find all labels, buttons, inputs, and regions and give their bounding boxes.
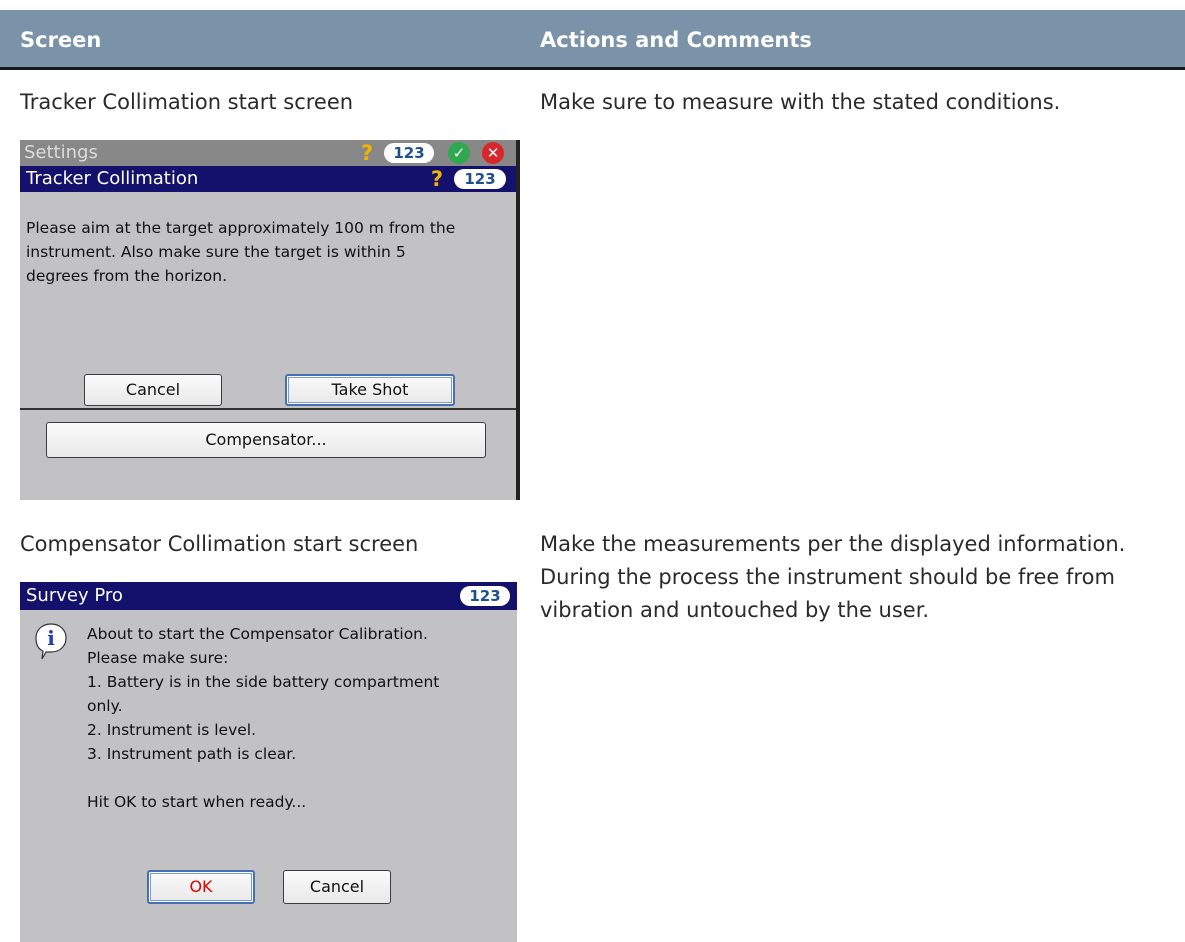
settings-titlebar: Settings ? 123 ✓ ✕: [20, 140, 516, 166]
calibration-message: About to start the Compensator Calibrati…: [87, 622, 507, 814]
compensator-button[interactable]: Compensator...: [46, 422, 486, 458]
keyboard-badge[interactable]: 123: [460, 586, 510, 606]
take-shot-button[interactable]: Take Shot: [285, 374, 455, 406]
row2-caption: Compensator Collimation start screen: [20, 532, 419, 556]
window-edge: [516, 140, 520, 500]
row2-comment: Make the measurements per the displayed …: [540, 528, 1125, 627]
help-icon[interactable]: ?: [358, 142, 376, 164]
settings-title: Settings: [24, 142, 98, 163]
message-line: About to start the Compensator Calibrati…: [87, 625, 428, 643]
cancel-button[interactable]: Cancel: [84, 374, 222, 406]
close-icon[interactable]: ✕: [482, 142, 504, 164]
svg-text:i: i: [47, 626, 55, 650]
message-line: 2. Instrument is level.: [87, 721, 257, 739]
ok-button[interactable]: OK: [147, 870, 255, 904]
message-line: [87, 766, 507, 790]
keyboard-badge[interactable]: 123: [454, 169, 506, 189]
row1-caption: Tracker Collimation start screen: [20, 90, 354, 114]
column-header-screen: Screen: [20, 28, 102, 52]
help-icon[interactable]: ?: [428, 168, 446, 190]
message-line: 3. Instrument path is clear.: [87, 745, 297, 763]
comment-line: Make sure to measure with the stated con…: [540, 90, 1061, 114]
dialog-titlebar: Tracker Collimation ? 123: [20, 166, 516, 192]
dialog-title: Survey Pro: [26, 585, 123, 606]
comment-line: Make the measurements per the displayed …: [540, 532, 1126, 556]
instruction-line: degrees from the horizon.: [26, 267, 228, 285]
message-line: only.: [87, 697, 123, 715]
comment-line: During the process the instrument should…: [540, 565, 1115, 589]
message-line: Hit OK to start when ready...: [87, 793, 307, 811]
tracker-collimation-dialog: Tracker Collimation ? 123 Please aim at …: [20, 166, 516, 410]
keyboard-badge[interactable]: 123: [384, 143, 434, 163]
table-header: Screen Actions and Comments: [0, 10, 1185, 70]
column-header-actions: Actions and Comments: [540, 28, 812, 52]
tracker-collimation-screen: Settings ? 123 ✓ ✕ Tracker Collimation ?…: [20, 140, 520, 500]
instruction-line: instrument. Also make sure the target is…: [26, 243, 406, 261]
instruction-text: Please aim at the target approximately 1…: [26, 216, 506, 288]
instruction-line: Please aim at the target approximately 1…: [26, 219, 456, 237]
cancel-button[interactable]: Cancel: [283, 870, 391, 904]
dialog-titlebar: Survey Pro 123: [20, 582, 517, 610]
message-line: Please make sure:: [87, 649, 229, 667]
comment-line: vibration and untouched by the user.: [540, 598, 930, 622]
row1-comment: Make sure to measure with the stated con…: [540, 86, 1060, 119]
message-line: 1. Battery is in the side battery compar…: [87, 673, 440, 691]
compensator-calibration-dialog: Survey Pro 123 i About to start the Comp…: [20, 582, 517, 942]
check-icon[interactable]: ✓: [448, 142, 470, 164]
info-icon: i: [34, 622, 68, 660]
dialog-title: Tracker Collimation: [26, 168, 199, 189]
